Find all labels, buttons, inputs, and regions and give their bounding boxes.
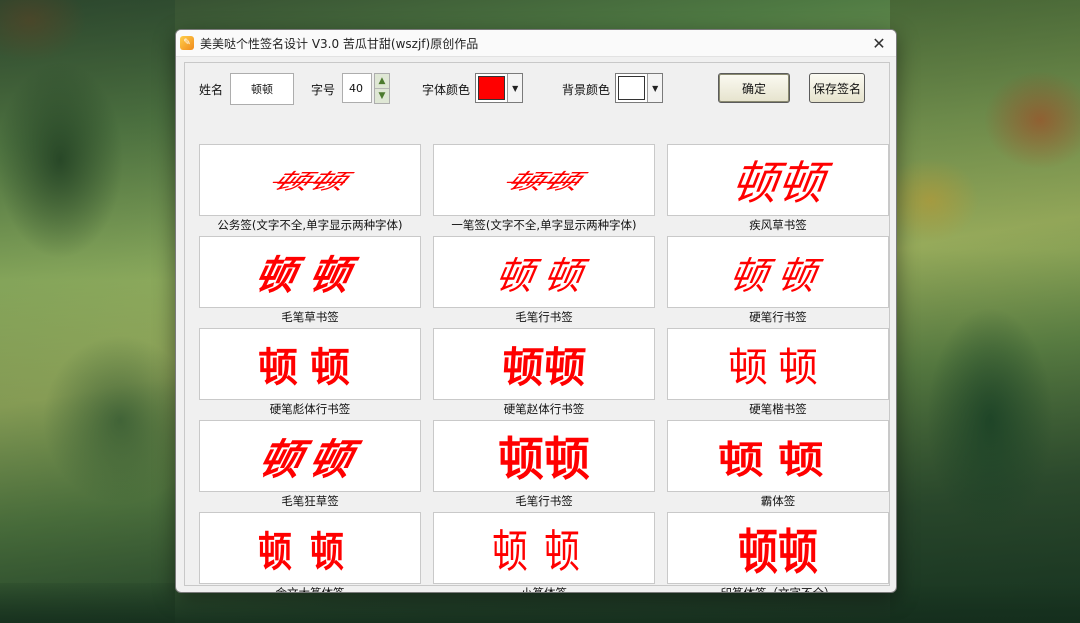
size-input[interactable]: 40 [342, 73, 372, 103]
title-bar[interactable]: ✎ 美美哒个性签名设计 V3.0 苦瓜甘甜(wszjf)原创作品 ✕ [176, 30, 896, 57]
signature-caption: 毛笔草书签 [281, 310, 339, 324]
save-signature-button[interactable]: 保存签名 [809, 73, 865, 103]
signature-cell: 顿顿 毛笔狂草签 [199, 420, 421, 512]
signature-preview[interactable]: 顿顿 [433, 144, 655, 216]
signature-cell: 顿顿 硬笔行书签 [667, 236, 889, 328]
signature-caption: 毛笔狂草签 [281, 494, 339, 508]
signature-cell: 顿顿 硬笔赵体行书签 [433, 328, 655, 420]
signature-text: 顿顿 [717, 437, 839, 482]
bg-color-select[interactable]: ▼ [615, 73, 663, 103]
signature-text: 顿顿 [258, 344, 362, 391]
dropdown-arrow-icon[interactable]: ▼ [507, 74, 522, 102]
signature-caption: 硬笔彪体行书签 [269, 402, 351, 416]
signature-cell: 顿顿 疾风草书签 [667, 144, 889, 236]
signature-caption: 印篆体签（文字不全） [720, 586, 836, 593]
size-label: 字号 [311, 83, 336, 97]
signature-text: 顿顿 [498, 432, 590, 486]
size-down-button[interactable]: ▼ [375, 89, 389, 103]
size-up-button[interactable]: ▲ [375, 74, 389, 89]
signature-caption: 金文大篆体签 [275, 586, 345, 593]
signature-cell: 顿顿 硬笔楷书签 [667, 328, 889, 420]
signature-text: 顿顿 [728, 345, 828, 390]
signature-caption: 小篆体签 [521, 586, 567, 593]
signature-preview[interactable]: 顿顿 [667, 144, 889, 216]
signature-caption: 毛笔行书签 [515, 310, 573, 324]
signature-caption: 硬笔行书签 [749, 310, 807, 324]
signature-preview[interactable]: 顿顿 [667, 420, 889, 492]
signature-preview[interactable]: 顿顿 [199, 236, 421, 308]
signature-cell: 顿顿 毛笔草书签 [199, 236, 421, 328]
desktop-wallpaper-right [890, 0, 1080, 623]
bg-color-swatch [618, 76, 646, 100]
signature-preview[interactable]: 顿顿 [667, 512, 889, 584]
app-window: ✎ 美美哒个性签名设计 V3.0 苦瓜甘甜(wszjf)原创作品 ✕ 姓名 顿顿… [175, 29, 897, 593]
window-title: 美美哒个性签名设计 V3.0 苦瓜甘甜(wszjf)原创作品 [200, 36, 479, 51]
signature-preview[interactable]: 顿顿 [433, 236, 655, 308]
name-input[interactable]: 顿顿 [230, 73, 294, 105]
signature-cell: 顿顿 硬笔彪体行书签 [199, 328, 421, 420]
signature-caption: 硬笔赵体行书签 [503, 402, 585, 416]
signature-caption: 疾风草书签 [749, 218, 807, 232]
signature-text: 顿顿 [500, 342, 588, 392]
font-color-label: 字体颜色 [422, 83, 471, 97]
signature-cell: 顿顿 金文大篆体签 [199, 512, 421, 593]
signature-caption: 公务签(文字不全,单字显示两种字体) [217, 218, 403, 232]
signature-preview[interactable]: 顿顿 [199, 512, 421, 584]
signature-text: 顿顿 [253, 434, 366, 484]
signature-text: 顿顿 [258, 528, 362, 577]
font-color-swatch [478, 76, 506, 100]
signature-text: 顿顿 [267, 169, 351, 195]
signature-cell: 顿顿公务签(文字不全,单字显示两种字体) [199, 144, 421, 236]
signature-preview[interactable]: 顿顿 [199, 144, 421, 216]
signature-text: 顿顿 [727, 156, 828, 210]
signature-preview[interactable]: 顿顿 [433, 512, 655, 584]
signature-cell: 顿顿 毛笔行书签 [433, 236, 655, 328]
signature-preview[interactable]: 顿顿 [433, 420, 655, 492]
signature-cell: 顿顿 小篆体签 [433, 512, 655, 593]
signature-preview[interactable]: 顿顿 [199, 420, 421, 492]
confirm-button[interactable]: 确定 [718, 73, 790, 103]
name-label: 姓名 [199, 83, 224, 97]
signature-caption: 一笔签(文字不全,单字显示两种字体) [451, 218, 637, 232]
signature-cell: 顿顿 毛笔行书签 [433, 420, 655, 512]
signature-text: 顿顿 [250, 252, 369, 299]
chevron-up-icon: ▲ [378, 76, 386, 86]
dropdown-arrow-icon[interactable]: ▼ [647, 74, 662, 102]
signature-text: 顿顿 [501, 169, 585, 195]
signature-caption: 霸体签 [760, 494, 796, 508]
desktop-wallpaper-left [0, 0, 175, 623]
signature-caption: 毛笔行书签 [515, 494, 573, 508]
chevron-down-icon: ▼ [378, 91, 386, 101]
signature-text: 顿顿 [491, 253, 596, 298]
bg-color-label: 背景颜色 [562, 83, 611, 97]
signature-preview[interactable]: 顿顿 [199, 328, 421, 400]
signature-text: 顿顿 [491, 529, 596, 581]
signature-preview[interactable]: 顿顿 [433, 328, 655, 400]
signature-cell: 顿顿一笔签(文字不全,单字显示两种字体) [433, 144, 655, 236]
main-panel: 姓名 顿顿 字号 40 ▲ ▼ 字体颜色 ▼ 背景颜色 ▼ 确定 保存签名 顿顿… [184, 62, 890, 592]
signature-caption: 硬笔楷书签 [749, 402, 807, 416]
signature-text: 顿顿 [738, 525, 818, 581]
signature-text: 顿顿 [725, 253, 830, 298]
size-stepper: ▲ ▼ [374, 73, 390, 104]
signature-cell: 顿顿印篆体签（文字不全） [667, 512, 889, 593]
signature-cell: 顿顿 霸体签 [667, 420, 889, 512]
signature-preview[interactable]: 顿顿 [667, 236, 889, 308]
close-icon: ✕ [872, 33, 886, 53]
signature-preview[interactable]: 顿顿 [667, 328, 889, 400]
font-color-select[interactable]: ▼ [475, 73, 523, 103]
app-icon: ✎ [180, 36, 194, 50]
close-button[interactable]: ✕ [862, 30, 896, 56]
